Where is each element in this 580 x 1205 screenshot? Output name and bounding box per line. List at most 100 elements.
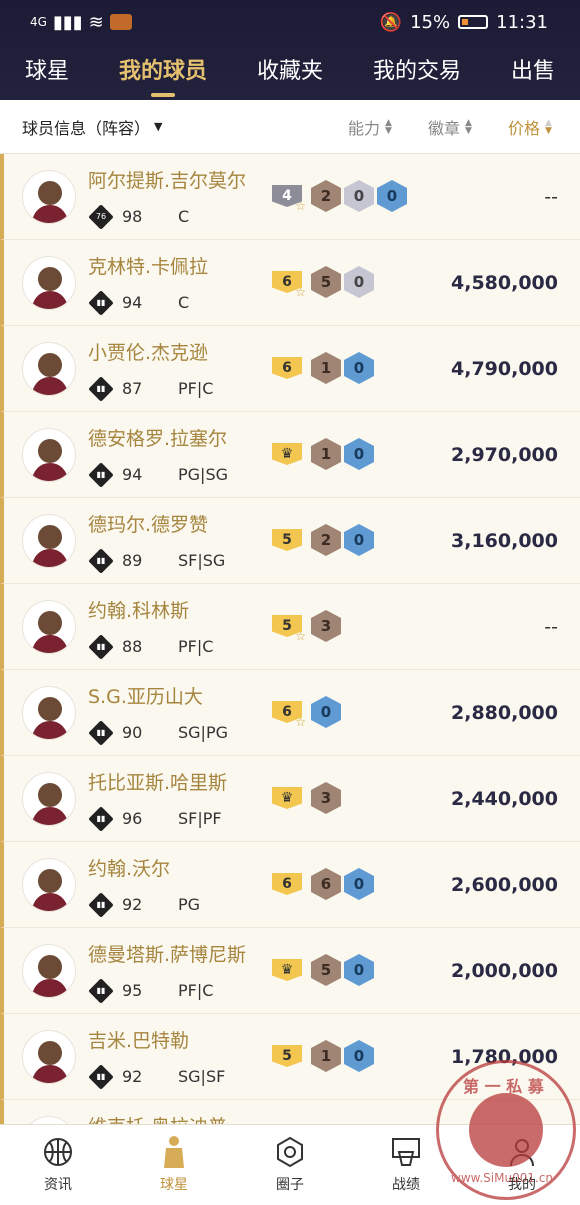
player-row[interactable]: 阿尔提斯.吉尔莫尔 76 98 C 4 ☆ 2 0 0 -- [0,154,580,240]
wifi-icon: ≋ [88,11,104,33]
player-row[interactable]: 德安格罗.拉塞尔 ▮▮ 94 PG|SG ♛ 1 0 2,970,000 [0,412,580,498]
player-position: PF|C [178,379,214,398]
bronze-badge-hex: 3 [311,610,341,642]
nav-news-label: 资讯 [44,1177,72,1193]
status-bar: 4G ▮▮▮ ≋ 🔕 15% 11:31 [0,0,580,44]
tier-badge-wrap: 6 [272,873,302,895]
hoop-icon [390,1136,422,1168]
nav-news[interactable]: 资讯 [18,1136,98,1194]
player-avatar [22,944,76,998]
tier-badge-wrap: 6 ☆ [272,701,306,729]
tab-favorites[interactable]: 收藏夹 [257,53,323,91]
player-overall: 89 [122,551,143,570]
sort-price[interactable]: 价格 ▲ ▼ [508,115,552,139]
player-overall: 90 [122,723,143,742]
sort-desc-icon: ▲ ▼ [545,117,552,136]
badge-group: 610 [272,352,374,384]
player-position: SF|SG [178,551,226,570]
player-overall: 94 [122,293,143,312]
nav-record-label: 战绩 [392,1177,420,1193]
badge-group: 520 [272,524,374,556]
player-row[interactable]: 托比亚斯.哈里斯 ▮▮ 96 SF|PF ♛ 3 2,440,000 [0,756,580,842]
bronze-badge-hex: 2 [311,524,341,556]
player-price: 2,880,000 [451,702,558,724]
rating-bars-icon: ▮▮ [88,720,114,746]
star-icon: ☆ [295,629,306,643]
tab-stars[interactable]: 球星 [25,53,69,91]
rating-bars-icon: ▮▮ [88,892,114,918]
filter-bar: 球员信息（阵容） ▼ 能力 ▲ ▼ 徽章 ▲ ▼ 价格 ▲ ▼ [0,100,580,154]
player-row[interactable]: 德玛尔.德罗赞 ▮▮ 89 SF|SG 5 2 0 3,160,000 [0,498,580,584]
tier-badge-wrap: 6 [272,357,302,379]
sort-badge[interactable]: 徽章 ▲ ▼ [428,115,472,139]
sort-icon: ▲ ▼ [465,117,472,136]
player-row[interactable]: 约翰.沃尔 ▮▮ 92 PG 6 6 0 2,600,000 [0,842,580,928]
tab-bar: 球星 我的球员 收藏夹 我的交易 出售 [0,44,580,100]
mute-icon: 🔕 [379,11,403,33]
blue-badge-hex: 0 [344,438,374,470]
nav-stars[interactable]: 球星 [134,1136,214,1194]
player-row[interactable]: 约翰.科林斯 ▮▮ 88 PF|C 5 ☆ 3 -- [0,584,580,670]
player-avatar [22,256,76,310]
bronze-badge-hex: 1 [311,1040,341,1072]
player-position: C [178,293,190,312]
bronze-badge-hex: 5 [311,954,341,986]
tab-my-players[interactable]: 我的球员 [119,53,207,91]
badge-group: 6 ☆ 5 0 [272,266,374,299]
player-price: 2,440,000 [451,788,558,810]
player-avatar [22,858,76,912]
player-name: 克林特.卡佩拉 [88,256,209,278]
player-position: PG|SG [178,465,228,484]
star-icon: ☆ [295,285,306,299]
player-avatar [22,1030,76,1084]
badge-group: 660 [272,868,374,900]
nav-circle[interactable]: 圈子 [250,1136,330,1194]
player-name: 维克托.奥拉迪普 [88,1112,227,1124]
player-position: SG|PG [178,723,228,742]
star-icon: ☆ [295,199,306,213]
watermark-logo-icon [469,1093,543,1167]
player-position: SF|PF [178,809,222,828]
rating-badge-icon: 76 [88,204,114,230]
silver-badge-hex: 0 [344,266,374,298]
dropdown-icon: ▼ [154,120,163,133]
rating-bars-icon: ▮▮ [88,548,114,574]
tab-my-trades[interactable]: 我的交易 [373,53,461,91]
rating-bars-icon: ▮▮ [88,634,114,660]
battery-percent: 15% [410,11,451,33]
player-avatar [22,428,76,482]
rating-bars-icon: ▮▮ [88,806,114,832]
lineup-filter[interactable]: 球员信息（阵容） ▼ [22,115,162,139]
player-name: 吉米.巴特勒 [88,1030,190,1052]
bronze-badge-hex: 1 [311,352,341,384]
player-position: PF|C [178,981,214,1000]
player-avatar [22,514,76,568]
sort-ability[interactable]: 能力 ▲ ▼ [348,115,392,139]
player-row[interactable]: S.G.亚历山大 ▮▮ 90 SG|PG 6 ☆ 0 2,880,000 [0,670,580,756]
tier-badge-wrap: 5 [272,529,302,551]
player-overall: 92 [122,1067,143,1086]
tier-badge: 5 [272,1045,302,1067]
tab-sell[interactable]: 出售 [511,53,555,91]
player-overall: 94 [122,465,143,484]
circle-icon [274,1136,306,1168]
player-row[interactable]: 克林特.卡佩拉 ▮▮ 94 C 6 ☆ 5 0 4,580,000 [0,240,580,326]
watermark-text: 第 一 私 募 [463,1077,544,1096]
rating-bars-icon: ▮▮ [88,1064,114,1090]
player-name: 德玛尔.德罗赞 [88,514,209,536]
player-row[interactable]: 德曼塔斯.萨博尼斯 ▮▮ 95 PF|C ♛ 5 0 2,000,000 [0,928,580,1014]
player-price: 2,600,000 [451,874,558,896]
player-name: 约翰.沃尔 [88,858,171,880]
bronze-badge-hex: 2 [311,180,341,212]
tier-badge-wrap: ♛ [272,443,302,465]
blue-badge-hex: 0 [377,180,407,212]
rating-bars-icon: ▮▮ [88,978,114,1004]
tier-badge-wrap: 5 ☆ [272,615,306,643]
player-price: 2,970,000 [451,444,558,466]
tier-badge-wrap: ♛ [272,959,302,981]
star-icon: ☆ [295,715,306,729]
nav-record[interactable]: 战绩 [366,1136,446,1194]
player-row[interactable]: 小贾伦.杰克逊 ▮▮ 87 PF|C 6 1 0 4,790,000 [0,326,580,412]
player-name: 德曼塔斯.萨博尼斯 [88,944,247,966]
sort-badge-label: 徽章 [428,118,461,138]
